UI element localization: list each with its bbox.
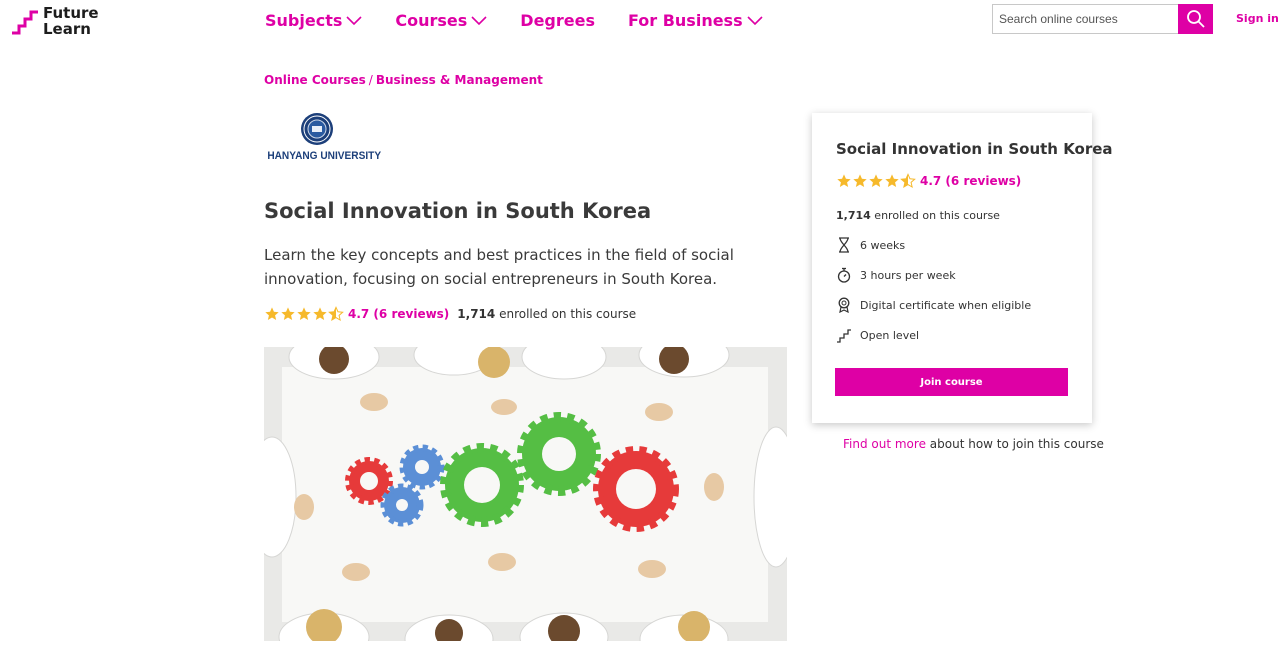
search-button[interactable]	[1178, 4, 1213, 34]
feature-duration: 6 weeks	[836, 237, 905, 253]
futurelearn-logo[interactable]: Future Learn	[12, 5, 99, 37]
logo-text: Future Learn	[43, 5, 99, 37]
feature-weekly-hours-label: 3 hours per week	[860, 268, 956, 282]
feature-level: Open level	[836, 327, 919, 343]
feature-duration-label: 6 weeks	[860, 238, 906, 252]
feature-weekly-hours: 3 hours per week	[836, 267, 956, 283]
hourglass-icon	[836, 237, 852, 253]
half-star-icon	[328, 306, 344, 322]
course-summary-card: Social Innovation in South Korea 4.7 (6 …	[812, 113, 1113, 423]
sign-in-link[interactable]: Sign in	[1236, 12, 1279, 25]
card-rating-row: 4.7 (6 reviews)	[836, 173, 1021, 189]
star-icon	[297, 307, 311, 320]
enrolled-count: 1,714 enrolled on this course	[457, 307, 636, 321]
chevron-down-icon	[747, 16, 763, 26]
star-icon	[281, 307, 295, 320]
feature-level-label: Open level	[860, 328, 920, 342]
nav-courses[interactable]: Courses	[395, 11, 487, 30]
logo-stairs-icon	[12, 10, 38, 35]
nav-courses-label: Courses	[395, 11, 468, 30]
nav-for-business[interactable]: For Business	[628, 11, 763, 30]
half-star-icon	[900, 173, 916, 189]
breadcrumb: Online Courses / Business & Management	[264, 73, 543, 87]
stairs-icon	[836, 327, 852, 343]
enrolled-number: 1,714	[457, 307, 496, 321]
breadcrumb-business-management[interactable]: Business & Management	[376, 73, 543, 87]
breadcrumb-online-courses[interactable]: Online Courses	[264, 73, 366, 87]
star-rating	[264, 306, 344, 322]
search-bar	[992, 4, 1213, 34]
course-hero-image	[264, 347, 787, 641]
card-enrolled-number: 1,714	[836, 209, 871, 222]
find-out-more-link[interactable]: Find out more	[843, 437, 926, 451]
logo-line2: Learn	[43, 20, 91, 38]
search-icon	[1186, 10, 1205, 28]
university-seal-icon	[301, 113, 333, 145]
card-star-rating	[836, 173, 916, 189]
logo-line1: Future	[43, 4, 99, 22]
chevron-down-icon	[471, 16, 487, 26]
feature-certificate-label: Digital certificate when eligible	[860, 298, 1032, 312]
search-input[interactable]	[992, 4, 1178, 34]
find-out-more-text: about how to join this course	[929, 437, 1104, 451]
course-title: Social Innovation in South Korea	[264, 199, 652, 223]
star-icon	[853, 174, 867, 187]
course-description: Learn the key concepts and best practice…	[264, 246, 734, 288]
breadcrumb-separator: /	[368, 73, 373, 87]
nav-subjects-label: Subjects	[265, 11, 343, 30]
certificate-icon	[836, 297, 852, 313]
nav-for-business-label: For Business	[627, 11, 743, 30]
reviews-link[interactable]: 4.7 (6 reviews)	[348, 307, 449, 321]
stopwatch-icon	[836, 267, 852, 283]
star-icon	[313, 307, 327, 320]
star-icon	[265, 307, 279, 320]
enrolled-suffix: enrolled on this course	[499, 307, 637, 321]
star-icon	[837, 174, 851, 187]
nav-degrees-label: Degrees	[520, 11, 595, 30]
card-reviews-link[interactable]: 4.7 (6 reviews)	[920, 174, 1021, 188]
university-logo[interactable]: HANYANG UNIVERSITY	[263, 113, 382, 162]
star-icon	[869, 174, 883, 187]
join-course-button[interactable]: Join course	[835, 368, 1068, 396]
find-out-more-note: Find out more about how to join this cou…	[843, 437, 1104, 451]
feature-certificate: Digital certificate when eligible	[836, 297, 1031, 313]
card-enrolled-suffix: enrolled on this course	[874, 209, 1000, 222]
card-course-title: Social Innovation in South Korea	[836, 140, 1113, 158]
course-rating-row: 4.7 (6 reviews) 1,714 enrolled on this c…	[264, 306, 636, 322]
nav-subjects[interactable]: Subjects	[265, 11, 362, 30]
main-nav: Subjects Courses Degrees For Business	[265, 11, 796, 30]
chevron-down-icon	[346, 16, 362, 26]
university-name: HANYANG UNIVERSITY	[267, 150, 382, 162]
star-icon	[885, 174, 899, 187]
card-enrolled-count: 1,714 enrolled on this course	[836, 209, 1000, 222]
nav-degrees[interactable]: Degrees	[520, 11, 595, 30]
